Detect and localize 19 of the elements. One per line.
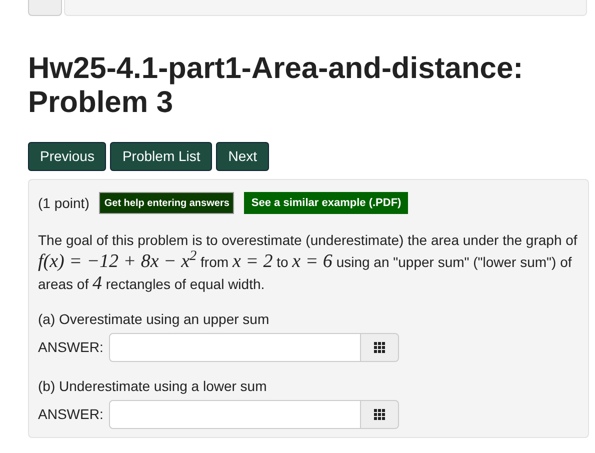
equation-editor-button[interactable] bbox=[361, 333, 400, 362]
question-text: (a) Overestimate using an upper sum bbox=[38, 310, 270, 329]
answer-field[interactable] bbox=[109, 400, 362, 429]
answer-field[interactable] bbox=[109, 333, 362, 362]
page-title: Hw25-4.1-part1-Area-and-distance: Problem 3 bbox=[28, 52, 524, 120]
help-button[interactable]: See a similar example (.PDF) bbox=[244, 192, 408, 214]
help-button[interactable]: Get help entering answers bbox=[99, 192, 234, 214]
question-text: (b) Underestimate using a lower sum bbox=[38, 377, 268, 396]
grid-icon bbox=[374, 408, 386, 420]
nav-button[interactable]: Problem List bbox=[110, 142, 212, 171]
grid-icon bbox=[374, 342, 386, 354]
nav-button[interactable]: Next bbox=[216, 142, 270, 171]
answer-label: ANSWER: bbox=[38, 338, 104, 357]
toggle-button[interactable] bbox=[28, 0, 62, 16]
problem-statement: The goal of this problem is to overestimate (underestimate) the area under the graph of f(x) = −12 + 8x − x$^{2}$ from x = 2 to x = 6 using an "upper sum" ("lower sum") of areas of 4 rectangles of equal width. bbox=[38, 231, 578, 295]
points-label: (1 point) bbox=[38, 194, 90, 213]
answer-label: ANSWER: bbox=[38, 405, 104, 424]
nav-button[interactable]: Previous bbox=[28, 142, 106, 171]
equation-editor-button[interactable] bbox=[361, 400, 400, 429]
